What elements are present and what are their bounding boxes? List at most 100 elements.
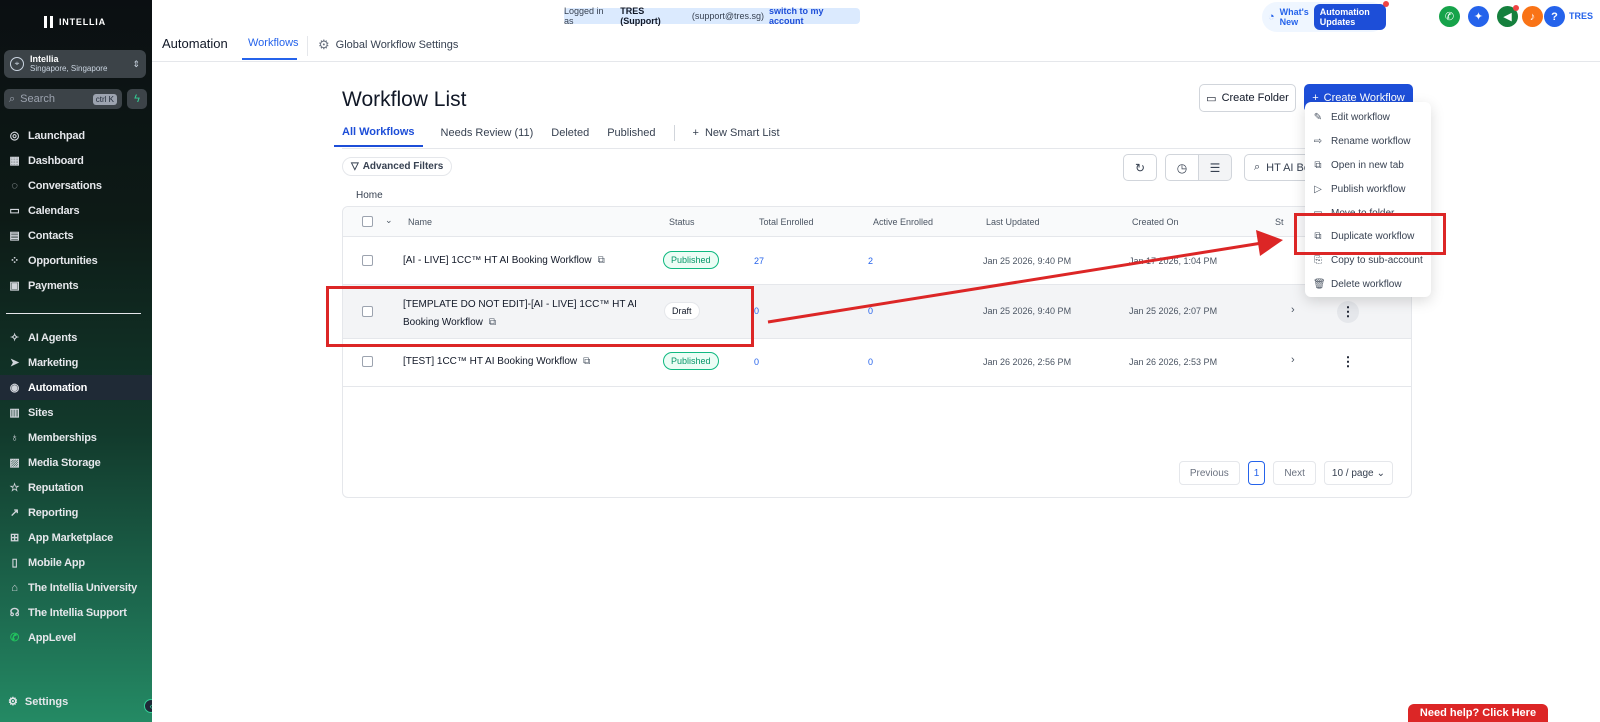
sidebar-item-media-storage[interactable]: ▨ Media Storage <box>0 450 152 475</box>
menu-rename-workflow[interactable]: ⇨ Rename workflow <box>1305 130 1431 154</box>
sidebar-item-marketing[interactable]: ➤ Marketing <box>0 350 152 375</box>
row-checkbox[interactable] <box>362 255 373 266</box>
bell-icon[interactable]: ♪ <box>1522 6 1543 27</box>
sidebar-item-conversations[interactable]: ◌ Conversations <box>0 173 152 198</box>
row-checkbox[interactable] <box>362 356 373 367</box>
workflow-name[interactable]: [AI - LIVE] 1CC™ HT AI Booking Workflow ⧉ <box>403 255 605 266</box>
sidebar-item-university[interactable]: ⌂ The Intellia University <box>0 575 152 600</box>
chevron-down-icon[interactable]: ⌄ <box>385 215 393 226</box>
phone-icon[interactable]: ✆ <box>1439 6 1460 27</box>
total-enrolled[interactable]: 0 <box>754 357 759 367</box>
previous-page-button[interactable]: Previous <box>1178 461 1240 485</box>
sidebar-item-memberships[interactable]: ♁ Memberships <box>0 425 152 450</box>
row-actions-button[interactable]: ⋮ <box>1337 301 1359 323</box>
history-icon: ↻ <box>1134 160 1146 175</box>
sidebar-item-payments[interactable]: ▣ Payments <box>0 273 152 298</box>
sidebar-item-support[interactable]: ☊ The Intellia Support <box>0 600 152 625</box>
workflow-name[interactable]: [TEST] 1CC™ HT AI Booking Workflow ⧉ <box>403 356 590 367</box>
sidebar-item-app-marketplace[interactable]: ⊞ App Marketplace <box>0 525 152 550</box>
tab-published[interactable]: Published <box>607 127 655 147</box>
menu-edit-workflow[interactable]: ✎ Edit workflow <box>1305 106 1431 130</box>
sidebar-item-launchpad[interactable]: ◎ Launchpad <box>0 123 152 148</box>
opportunities-icon: ⁘ <box>9 255 20 267</box>
breadcrumb-home[interactable]: Home <box>356 190 383 201</box>
col-name[interactable]: Name <box>408 217 432 227</box>
col-total-enrolled[interactable]: Total Enrolled <box>759 217 814 227</box>
next-page-button[interactable]: Next <box>1273 461 1316 485</box>
table-row[interactable]: [AI - LIVE] 1CC™ HT AI Booking Workflow ⧉… <box>343 237 1411 285</box>
row-actions-button[interactable]: ⋮ <box>1337 351 1359 373</box>
chevron-right-icon[interactable]: › <box>1291 354 1295 366</box>
external-link-icon[interactable]: ⧉ <box>583 356 590 367</box>
select-all-checkbox[interactable] <box>362 216 373 227</box>
status-badge: Published <box>663 251 719 269</box>
history-button[interactable]: ↻ <box>1123 154 1157 181</box>
nav-group-secondary: ✧ AI Agents ➤ Marketing ◉ Automation ▥ Sites… <box>0 325 152 650</box>
menu-publish-workflow[interactable]: ▷ Publish workflow <box>1305 177 1431 201</box>
tab-deleted[interactable]: Deleted <box>551 127 589 147</box>
clock-view-button[interactable]: ◷ <box>1165 154 1199 181</box>
sidebar-item-settings[interactable]: ⚙ Settings <box>8 695 68 709</box>
col-stats[interactable]: St <box>1275 217 1284 227</box>
account-switcher[interactable]: ⌖ Intellia Singapore, Singapore ⇕ <box>4 50 146 78</box>
sidebar-item-contacts[interactable]: ▤ Contacts <box>0 223 152 248</box>
sidebar-item-mobile-app[interactable]: ▯ Mobile App <box>0 550 152 575</box>
help-button[interactable]: Need help? Click Here <box>1408 704 1548 722</box>
help-icon[interactable]: ? <box>1544 6 1565 27</box>
account-name: Intellia <box>30 54 59 64</box>
new-smart-list-button[interactable]: + New Smart List <box>693 127 780 147</box>
whats-new-widget[interactable]: ◔ What's New Automation Updates <box>1262 1 1390 32</box>
advanced-filters-button[interactable]: ▽ Advanced Filters <box>342 157 453 176</box>
gear-icon: ⚙ <box>318 37 330 52</box>
announcement-icon[interactable]: ◀ <box>1497 5 1519 27</box>
sidebar-item-ai-agents[interactable]: ✧ AI Agents <box>0 325 152 350</box>
brand-logo[interactable]: INTELLIA <box>44 16 106 28</box>
external-link-icon[interactable]: ⧉ <box>598 255 605 266</box>
user-avatar[interactable]: TRES <box>1569 11 1593 21</box>
sidebar-search[interactable]: ⌕ Search ctrl K <box>4 89 122 109</box>
total-enrolled[interactable]: 27 <box>754 256 764 266</box>
col-created-on[interactable]: Created On <box>1132 217 1179 227</box>
col-status[interactable]: Status <box>669 217 695 227</box>
magic-wand-icon[interactable]: ✦ <box>1468 6 1489 27</box>
active-enrolled[interactable]: 0 <box>868 357 873 367</box>
chart-icon: ↗ <box>9 507 20 519</box>
automation-updates-badge[interactable]: Automation Updates <box>1313 1 1390 30</box>
sidebar-item-reputation[interactable]: ☆ Reputation <box>0 475 152 500</box>
search-icon: ⌕ <box>1254 161 1261 173</box>
sidebar-item-reporting[interactable]: ↗ Reporting <box>0 500 152 525</box>
whatsapp-icon: ✆ <box>9 632 20 644</box>
tab-workflows[interactable]: Workflows <box>248 37 299 49</box>
sidebar-item-calendars[interactable]: ▭ Calendars <box>0 198 152 223</box>
tab-needs-review[interactable]: Needs Review (11) <box>441 127 534 147</box>
tab-global-workflow-settings[interactable]: ⚙ Global Workflow Settings <box>318 37 458 53</box>
sidebar-item-automation[interactable]: ◉ Automation <box>0 375 152 400</box>
list-view-button[interactable]: ☰ <box>1198 154 1232 181</box>
login-banner: Logged in as TRES (Support) (support@tre… <box>564 6 860 26</box>
page-number[interactable]: 1 <box>1247 461 1266 485</box>
sidebar-item-applevel[interactable]: ✆ AppLevel <box>0 625 152 650</box>
sidebar-item-sites[interactable]: ▥ Sites <box>0 400 152 425</box>
active-enrolled[interactable]: 0 <box>868 306 873 316</box>
create-folder-button[interactable]: ▭ Create Folder <box>1199 84 1296 112</box>
active-enrolled[interactable]: 2 <box>868 256 873 266</box>
sidebar-item-opportunities[interactable]: ⁘ Opportunities <box>0 248 152 273</box>
page-size-select[interactable]: 10 / page ⌄ <box>1323 461 1393 485</box>
col-active-enrolled[interactable]: Active Enrolled <box>873 217 933 227</box>
list-icon: ☰ <box>1209 160 1221 175</box>
page-title: Automation <box>162 36 228 51</box>
tab-divider <box>673 124 675 141</box>
quick-action-bolt-icon[interactable]: ϟ <box>127 89 147 109</box>
chevron-right-icon[interactable]: › <box>1291 304 1295 316</box>
total-enrolled[interactable]: 0 <box>754 306 759 316</box>
col-last-updated[interactable]: Last Updated <box>986 217 1040 227</box>
menu-open-new-tab[interactable]: ⧉ Open in new tab <box>1305 154 1431 178</box>
created-on: Jan 25 2026, 2:07 PM <box>1129 306 1218 316</box>
menu-delete-workflow[interactable]: 🗑 Delete workflow <box>1305 273 1431 297</box>
grid-icon: ▦ <box>9 155 20 167</box>
switch-account-link[interactable]: switch to my account <box>769 6 860 26</box>
sidebar-item-dashboard[interactable]: ▦ Dashboard <box>0 148 152 173</box>
graduation-icon: ⌂ <box>11 581 18 594</box>
workflow-search-input[interactable]: ⌕ HT AI Bo <box>1244 154 1314 181</box>
tab-all-workflows[interactable]: All Workflows <box>334 126 423 147</box>
